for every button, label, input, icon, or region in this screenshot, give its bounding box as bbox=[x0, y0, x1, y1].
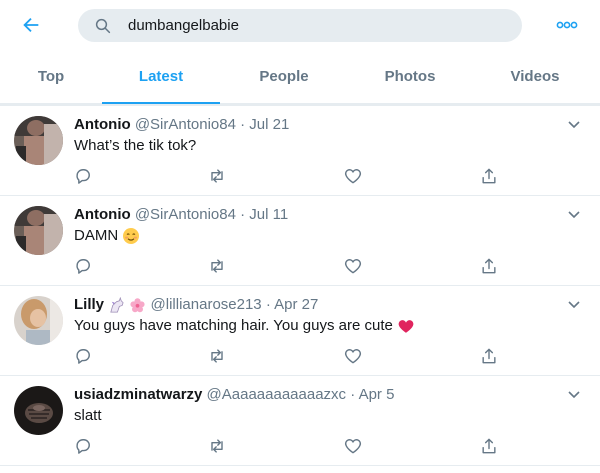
tab-top[interactable]: Top bbox=[30, 52, 72, 104]
share-icon[interactable] bbox=[479, 436, 499, 456]
tweet-item[interactable]: Antonio @SirAntonio84 · Jul 21 What’s th… bbox=[0, 106, 600, 196]
tweet-item[interactable]: usiadzminatwarzy @Aaaaaaaaaaaazxc · Apr … bbox=[0, 376, 600, 466]
retweet-icon[interactable] bbox=[207, 346, 227, 366]
reply-icon[interactable] bbox=[73, 256, 93, 276]
tweet-header: Lilly @lillianarose213 · Apr 27 bbox=[74, 296, 318, 314]
tweet-author-name[interactable]: Antonio bbox=[74, 206, 131, 223]
share-icon[interactable] bbox=[479, 166, 499, 186]
unicorn-icon bbox=[110, 296, 124, 313]
reply-icon[interactable] bbox=[73, 436, 93, 456]
tweet-date-separator: · bbox=[265, 296, 271, 313]
retweet-icon[interactable] bbox=[207, 436, 227, 456]
tweet-header: usiadzminatwarzy @Aaaaaaaaaaaazxc · Apr … bbox=[74, 386, 394, 403]
tweet-date-separator: · bbox=[240, 206, 246, 223]
avatar[interactable] bbox=[14, 116, 63, 165]
search-icon bbox=[95, 18, 111, 34]
tweet-date[interactable]: Jul 21 bbox=[249, 116, 289, 133]
search-tabs: Top Latest People Photos Videos bbox=[0, 52, 600, 104]
tweet-author-name[interactable]: usiadzminatwarzy bbox=[74, 386, 202, 403]
cherry-blossom-icon bbox=[130, 297, 145, 312]
back-button[interactable] bbox=[18, 12, 44, 38]
tweet-text-row: DAMN bbox=[74, 227, 140, 245]
tab-videos[interactable]: Videos bbox=[502, 52, 568, 104]
share-icon[interactable] bbox=[479, 346, 499, 366]
tweet-date-separator: · bbox=[350, 386, 356, 403]
heart-icon[interactable] bbox=[343, 256, 363, 276]
retweet-icon[interactable] bbox=[207, 166, 227, 186]
retweet-icon[interactable] bbox=[207, 256, 227, 276]
tweet-header: Antonio @SirAntonio84 · Jul 11 bbox=[74, 206, 288, 223]
tweet-date[interactable]: Apr 5 bbox=[359, 386, 395, 403]
search-input[interactable] bbox=[128, 9, 508, 42]
tab-photos[interactable]: Photos bbox=[376, 52, 444, 104]
chevron-down-icon[interactable] bbox=[566, 116, 582, 132]
tweet-date[interactable]: Apr 27 bbox=[274, 296, 318, 313]
tweet-text: DAMN bbox=[74, 227, 119, 244]
tweet-date[interactable]: Jul 11 bbox=[249, 206, 288, 223]
tweet-text: What’s the tik tok? bbox=[74, 137, 197, 154]
avatar[interactable] bbox=[14, 206, 63, 255]
share-icon[interactable] bbox=[479, 256, 499, 276]
red-heart-icon bbox=[398, 320, 414, 333]
tab-people[interactable]: People bbox=[252, 52, 316, 104]
top-bar bbox=[0, 0, 600, 52]
tweet-item[interactable]: Lilly @lillianarose213 · Apr 27 You guys… bbox=[0, 286, 600, 376]
tweet-date-separator: · bbox=[240, 116, 246, 133]
reply-icon[interactable] bbox=[73, 166, 93, 186]
tweet-author-handle[interactable]: @Aaaaaaaaaaaazxc bbox=[207, 386, 347, 403]
tweet-text: You guys have matching hair. You guys ar… bbox=[74, 317, 393, 334]
tweet-item[interactable]: Antonio @SirAntonio84 · Jul 11 DAMN bbox=[0, 196, 600, 286]
tweet-text: slatt bbox=[74, 407, 102, 424]
heart-icon[interactable] bbox=[343, 346, 363, 366]
chevron-down-icon[interactable] bbox=[566, 206, 582, 222]
tweet-author-handle[interactable]: @SirAntonio84 bbox=[135, 116, 236, 133]
tweet-author-name[interactable]: Antonio bbox=[74, 116, 131, 133]
avatar[interactable] bbox=[14, 386, 63, 435]
tweet-text-row: You guys have matching hair. You guys ar… bbox=[74, 317, 415, 335]
heart-icon[interactable] bbox=[343, 166, 363, 186]
tweet-header: Antonio @SirAntonio84 · Jul 21 bbox=[74, 116, 289, 133]
tweet-author-handle[interactable]: @SirAntonio84 bbox=[135, 206, 236, 223]
more-horizontal-icon[interactable] bbox=[556, 16, 578, 34]
reply-icon[interactable] bbox=[73, 346, 93, 366]
chevron-down-icon[interactable] bbox=[566, 386, 582, 402]
avatar[interactable] bbox=[14, 296, 63, 345]
tweet-author-name[interactable]: Lilly bbox=[74, 296, 104, 313]
search-bar[interactable] bbox=[78, 9, 522, 42]
smiling-blushing-face-icon bbox=[123, 228, 140, 245]
tab-latest[interactable]: Latest bbox=[102, 52, 220, 104]
arrow-left-icon bbox=[23, 17, 39, 33]
chevron-down-icon[interactable] bbox=[566, 296, 582, 312]
heart-icon[interactable] bbox=[343, 436, 363, 456]
tweet-author-handle[interactable]: @lillianarose213 bbox=[151, 296, 262, 313]
